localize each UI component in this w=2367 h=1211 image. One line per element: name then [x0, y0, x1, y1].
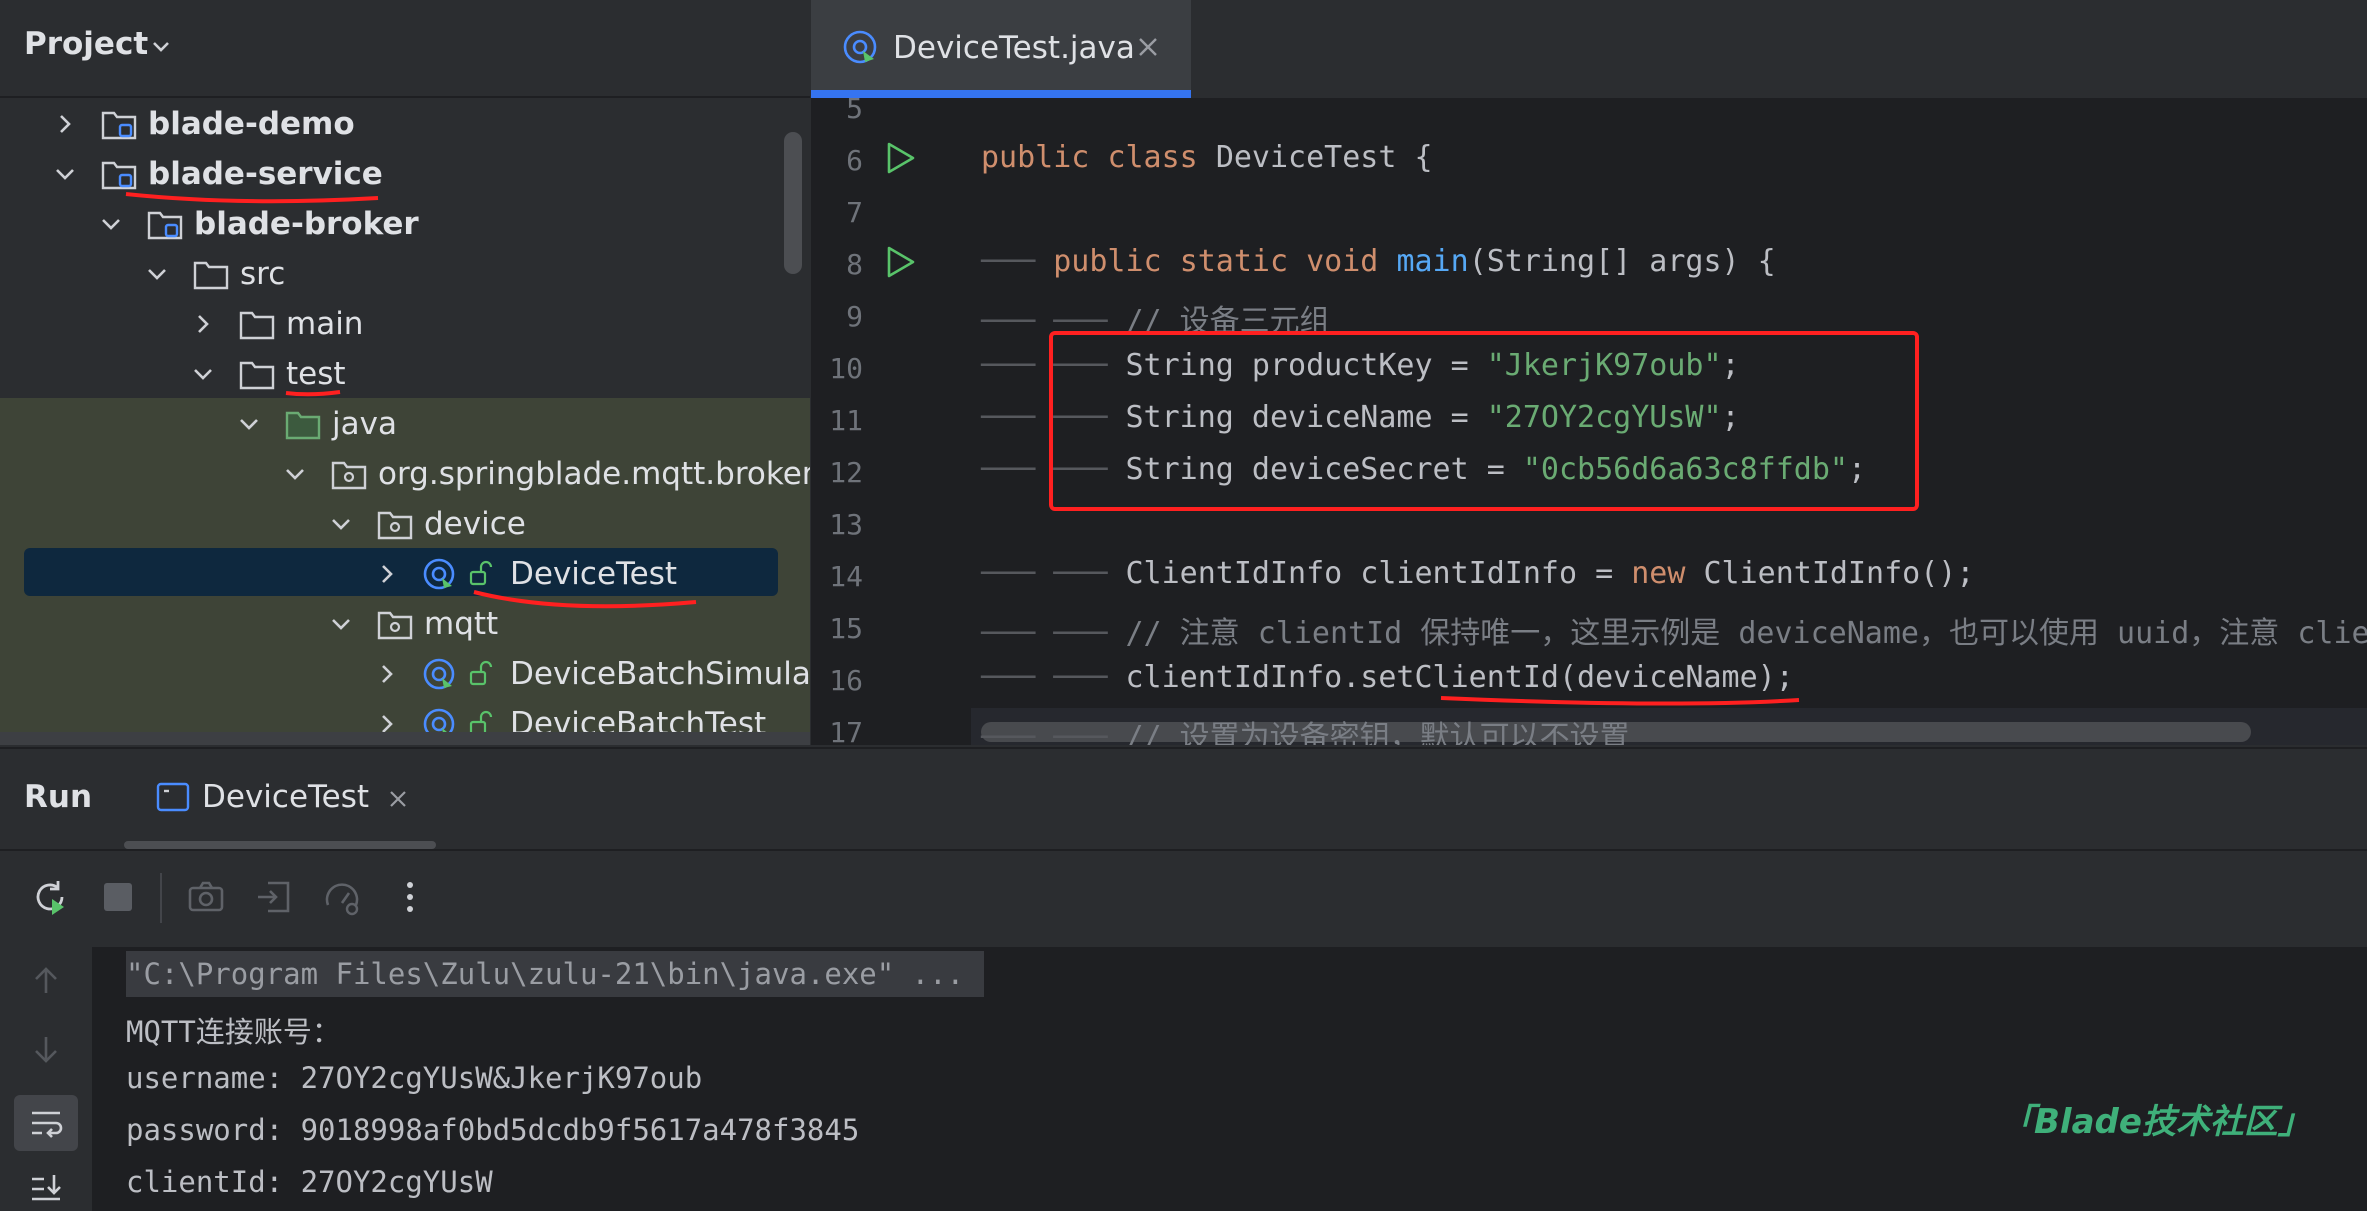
annotation-underlines	[0, 0, 810, 745]
console-line-password: password: 9018998af0bd5dcdb9f5617a478f38…	[126, 1113, 859, 1147]
import-icon[interactable]	[254, 877, 294, 917]
watermark-text: 「Blade技术社区」	[2000, 1094, 2312, 1143]
console-icon	[156, 781, 190, 813]
run-tab-devicetest[interactable]: DeviceTest	[202, 779, 369, 815]
camera-icon[interactable]	[186, 877, 226, 917]
stop-icon[interactable]	[98, 877, 138, 917]
console-output[interactable]: "C:\Program Files\Zulu\zulu-21\bin\java.…	[94, 947, 2367, 1211]
console-line-command: "C:\Program Files\Zulu\zulu-21\bin\java.…	[126, 957, 964, 991]
close-icon[interactable]	[388, 789, 408, 809]
soft-wrap-icon[interactable]	[26, 1103, 66, 1143]
more-options-icon[interactable]	[390, 877, 430, 917]
console-line-clientid: clientId: 27OY2cgYUsW	[126, 1165, 493, 1199]
run-side-toolbar	[0, 947, 94, 1211]
active-tab-indicator	[124, 841, 436, 849]
arrow-down-icon[interactable]	[26, 1029, 66, 1069]
project-panel: Project blade-demo blade-service blade-b…	[0, 0, 810, 745]
scroll-to-end-icon[interactable]	[26, 1169, 66, 1209]
toolbar-separator	[160, 873, 162, 923]
run-toolbar	[0, 849, 2367, 949]
rerun-icon[interactable]	[30, 877, 70, 917]
code-editor[interactable]: DeviceTest.java 5 6 7 8 9 10 11 12 13 14…	[811, 0, 2367, 745]
run-panel-title: Run	[24, 779, 92, 815]
arrow-up-icon[interactable]	[26, 961, 66, 1001]
console-line-username: username: 27OY2cgYUsW&JkerjK97oub	[126, 1061, 702, 1095]
speed-gauge-icon[interactable]	[322, 877, 362, 917]
console-line: MQTT连接账号：	[126, 1009, 341, 1051]
annotation-box	[811, 0, 2367, 745]
